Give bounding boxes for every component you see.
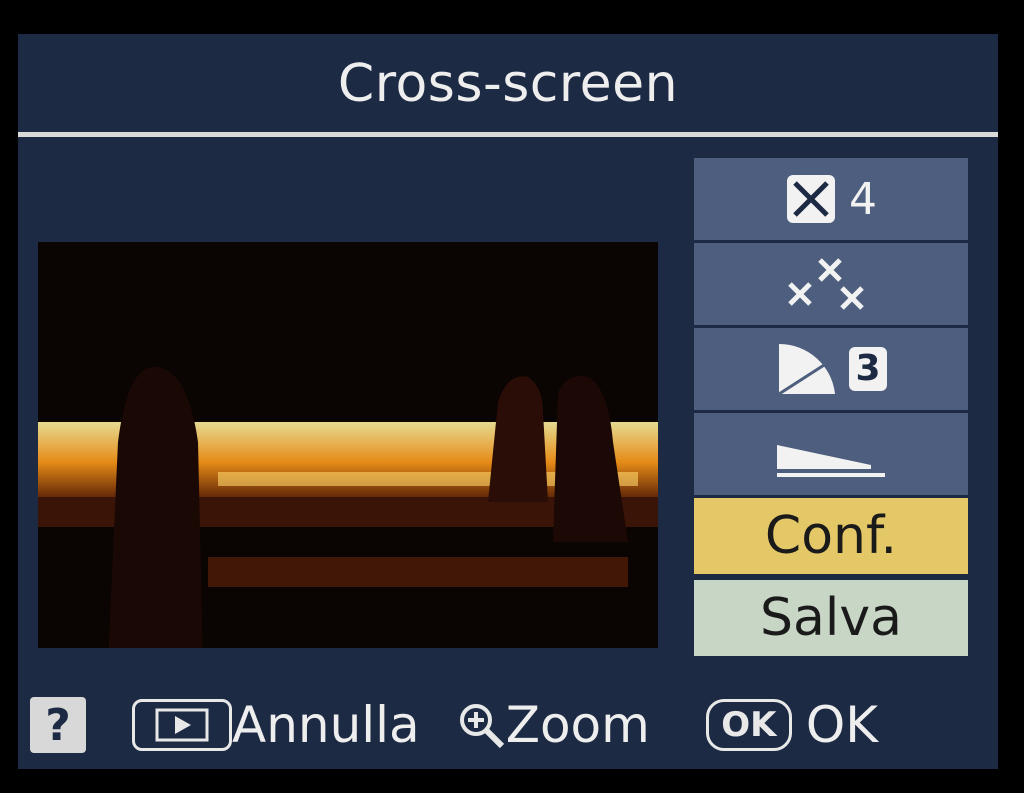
cancel-label[interactable]: Annulla (232, 696, 420, 754)
ok-button-icon: OK (705, 699, 792, 751)
points-value: 4 (849, 173, 877, 225)
page-title: Cross-screen (337, 54, 679, 114)
ok-label[interactable]: OK (806, 696, 878, 754)
save-button[interactable]: Salva (694, 580, 968, 656)
length-option[interactable] (694, 413, 968, 495)
filter-options-menu: 4 3 Conf. Salva (694, 158, 968, 662)
zoom-label[interactable]: Zoom (506, 696, 650, 754)
zoom-icon (459, 704, 504, 749)
points-option[interactable]: 4 (694, 158, 968, 240)
angle-value: 3 (849, 347, 887, 391)
help-button[interactable]: ? (30, 697, 86, 753)
angle-option[interactable]: 3 (694, 328, 968, 410)
angle-icon (778, 343, 837, 396)
camera-screen: Cross-screen 4 3 Conf. Salva ? Annulla Z… (18, 34, 998, 769)
play-icon (155, 708, 209, 742)
confirm-button[interactable]: Conf. (694, 498, 968, 574)
length-icon (777, 445, 885, 477)
amount-option[interactable] (694, 243, 968, 325)
title-divider (18, 132, 998, 137)
footer-bar: ? Annulla Zoom OK OK (18, 686, 998, 764)
star-sparkle-icon (788, 258, 864, 310)
cross-box-icon (787, 175, 835, 223)
playback-button-icon (132, 699, 232, 751)
image-preview (38, 242, 658, 648)
